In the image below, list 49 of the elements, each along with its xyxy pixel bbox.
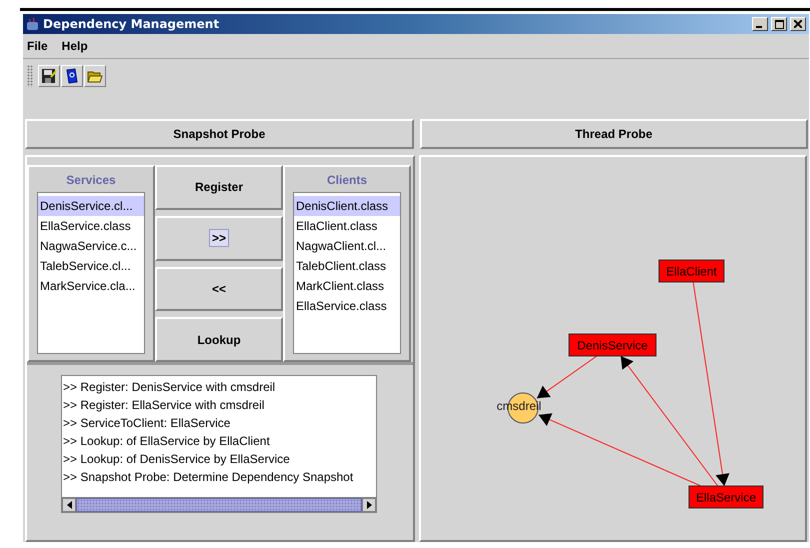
button-label: << — [210, 280, 227, 298]
list-item[interactable]: NagwaClient.cl... — [294, 236, 400, 256]
action-button[interactable]: >> — [155, 216, 283, 260]
list-title: Clients — [326, 172, 367, 189]
list-item[interactable]: DenisService.cl... — [38, 196, 144, 216]
list-item[interactable]: MarkService.cla... — [38, 276, 144, 296]
open-folder-icon[interactable] — [84, 65, 106, 87]
toolbar-grip — [27, 65, 33, 87]
log-line: >> Register: DenisService with cmsdreil — [63, 379, 276, 396]
left-arrow-icon — [66, 501, 72, 509]
minimize-button[interactable] — [752, 17, 768, 31]
list-title: Services — [66, 172, 116, 189]
save-button[interactable] — [38, 65, 60, 87]
scroll-right-button[interactable] — [362, 498, 376, 512]
node-label: DenisService — [577, 338, 648, 352]
list-item[interactable]: TalebClient.class — [294, 256, 400, 276]
list-item[interactable]: DenisClient.class — [294, 196, 400, 216]
right-arrow-icon — [366, 501, 372, 509]
button-label: Register — [194, 179, 244, 196]
node-label: EllaClient — [666, 264, 717, 278]
menu-item[interactable]: Help — [62, 39, 88, 53]
action-button[interactable]: Register — [155, 165, 283, 210]
probe-button[interactable]: Snapshot Probe — [25, 119, 414, 149]
close-icon — [794, 20, 802, 28]
scroll-left-button[interactable] — [62, 498, 76, 512]
log-line: >> Lookup: of DenisService by EllaService — [63, 451, 291, 468]
list-item[interactable]: NagwaService.c... — [38, 236, 144, 256]
help-book-icon[interactable] — [61, 65, 83, 87]
probe-button[interactable]: Thread Probe — [420, 119, 808, 149]
maximize-button[interactable] — [771, 17, 787, 31]
list-item[interactable]: EllaClient.class — [294, 216, 400, 236]
action-button[interactable]: << — [155, 266, 283, 312]
app-icon — [26, 17, 40, 31]
list-item[interactable]: EllaService.class — [294, 296, 400, 316]
button-label: >> — [208, 229, 229, 248]
close-button[interactable] — [790, 17, 806, 31]
log-line: >> Register: EllaService with cmsdreil — [63, 397, 266, 414]
log-line: >> Snapshot Probe: Determine Dependency Snapshot — [63, 469, 354, 486]
maximize-icon — [774, 20, 784, 28]
button-label: Lookup — [196, 332, 242, 349]
menu-item[interactable]: File — [27, 39, 48, 53]
window-title: Dependency Management — [43, 17, 220, 31]
log-line: >> Lookup: of EllaService by EllaClient — [63, 433, 271, 450]
action-button[interactable]: Lookup — [155, 317, 283, 362]
log-line: >> ServiceToClient: EllaService — [63, 415, 232, 432]
list-item[interactable]: MarkClient.class — [294, 276, 400, 296]
list-item[interactable]: TalebService.cl... — [38, 256, 144, 276]
list-item[interactable]: EllaService.class — [38, 216, 144, 236]
node-label: EllaService — [696, 490, 756, 504]
